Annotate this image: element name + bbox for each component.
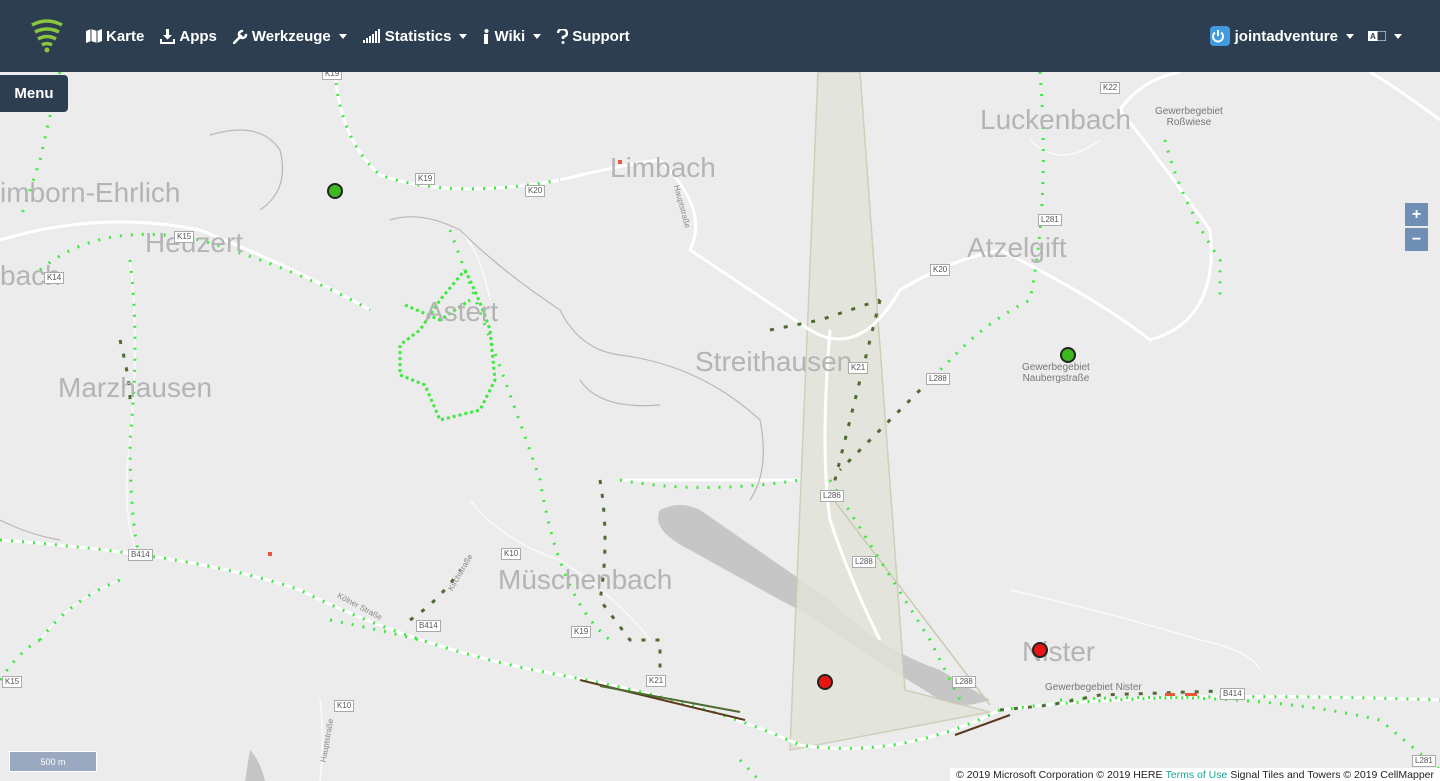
question-icon: [557, 28, 569, 44]
chevron-down-icon: [533, 33, 542, 39]
username: jointadventure: [1234, 27, 1338, 45]
tower-marker-red[interactable]: [817, 674, 833, 690]
place-label: Streithausen: [695, 346, 853, 377]
scale-bar: 500 m: [9, 751, 97, 772]
road-shield: K19: [415, 173, 436, 185]
road-shield: K14: [44, 272, 65, 284]
map-attribution: © 2019 Microsoft Corporation © 2019 HERE…: [950, 768, 1440, 781]
map-base-layer: [0, 72, 1440, 781]
power-icon: [1209, 26, 1230, 46]
place-label: Luckenbach: [980, 104, 1132, 135]
wrench-icon: [232, 29, 248, 44]
road-shield: B414: [416, 620, 441, 632]
tower-marker-green[interactable]: [1060, 347, 1076, 363]
nav-apps[interactable]: Apps: [160, 28, 217, 45]
road-shield: K21: [646, 675, 667, 687]
place-label: imborn-Ehrlich: [0, 177, 181, 208]
nav-werkzeuge[interactable]: Werkzeuge: [232, 27, 347, 45]
road-shield: B414: [1220, 688, 1245, 700]
info-icon: [484, 28, 489, 44]
road-shield: K21: [848, 362, 869, 374]
road-shield: B414: [128, 549, 153, 561]
place-label: Marzhausen: [58, 372, 213, 403]
menu-button[interactable]: Menu: [0, 75, 68, 112]
nav-werkzeuge-label: Werkzeuge: [251, 27, 331, 45]
nav-apps-label: Apps: [179, 27, 217, 45]
road-shield: L288: [952, 676, 976, 688]
road-shield: K15: [174, 231, 195, 243]
signal-map[interactable]: Luckenbach Limbach imborn-Ehrlich Heuzer…: [0, 72, 1440, 781]
place-label: Astert: [425, 296, 499, 327]
terms-of-use-link[interactable]: Terms of Use: [1165, 769, 1227, 781]
poi-label-rosswiese: Gewerbegebiet Roßwiese: [1155, 106, 1223, 128]
zoom-control: + −: [1405, 203, 1428, 251]
signal-bars-icon: [362, 29, 380, 43]
road-shield: K19: [322, 72, 343, 80]
nav-wiki[interactable]: Wiki: [483, 27, 542, 45]
zoom-in-button[interactable]: +: [1405, 203, 1428, 226]
nav-wiki-label: Wiki: [494, 27, 526, 45]
poi-label-naubergstrasse: Gewerbegebiet Naubergstraße: [1022, 362, 1090, 384]
tower-marker-green[interactable]: [327, 183, 343, 199]
place-label: Limbach: [610, 152, 716, 183]
road-shield: L286: [820, 490, 844, 502]
language-icon: A: [1368, 31, 1386, 41]
tower-marker-red[interactable]: [1032, 642, 1048, 658]
chevron-down-icon: [1346, 33, 1354, 39]
road-shield: K19: [571, 626, 592, 638]
road-shield: L288: [852, 556, 876, 568]
road-shield: K22: [1100, 82, 1121, 94]
nav-karte-label: Karte: [106, 27, 145, 45]
chevron-down-icon: [459, 33, 468, 39]
road-shield: K20: [930, 264, 951, 276]
language-menu[interactable]: A: [1368, 31, 1402, 41]
nav-support-label: Support: [572, 27, 630, 45]
road-shield: L281: [1038, 214, 1062, 226]
nav-support[interactable]: Support: [557, 28, 630, 45]
nav-statistics-label: Statistics: [384, 27, 452, 45]
road-shield: K20: [525, 185, 546, 197]
road-shield: L281: [1412, 755, 1436, 767]
nav-karte[interactable]: Karte: [86, 28, 144, 45]
map-icon: [86, 29, 102, 43]
nav-statistics[interactable]: Statistics: [362, 27, 468, 45]
attribution-prefix: © 2019 Microsoft Corporation © 2019 HERE: [956, 768, 1163, 781]
poi-label-nister: Gewerbegebiet Nister: [1045, 682, 1142, 693]
attribution-suffix: Signal Tiles and Towers © 2019 CellMappe…: [1230, 768, 1434, 781]
top-navbar: Karte Apps Werkzeuge Statistics Wiki Sup…: [0, 0, 1440, 72]
road-shield: K15: [2, 676, 23, 688]
place-label: Atzelgift: [967, 232, 1067, 263]
road-shield: K10: [334, 700, 355, 712]
zoom-out-button[interactable]: −: [1405, 228, 1428, 251]
download-icon: [160, 28, 176, 44]
chevron-down-icon: [338, 33, 347, 39]
road-shield: K10: [501, 548, 522, 560]
road-shield: L288: [926, 373, 950, 385]
user-menu[interactable]: jointadventure: [1209, 26, 1354, 46]
place-label: Müschenbach: [498, 564, 673, 595]
chevron-down-icon: [1394, 33, 1402, 39]
svg-text:A: A: [1370, 32, 1376, 41]
cellmapper-logo-icon[interactable]: [30, 17, 64, 53]
